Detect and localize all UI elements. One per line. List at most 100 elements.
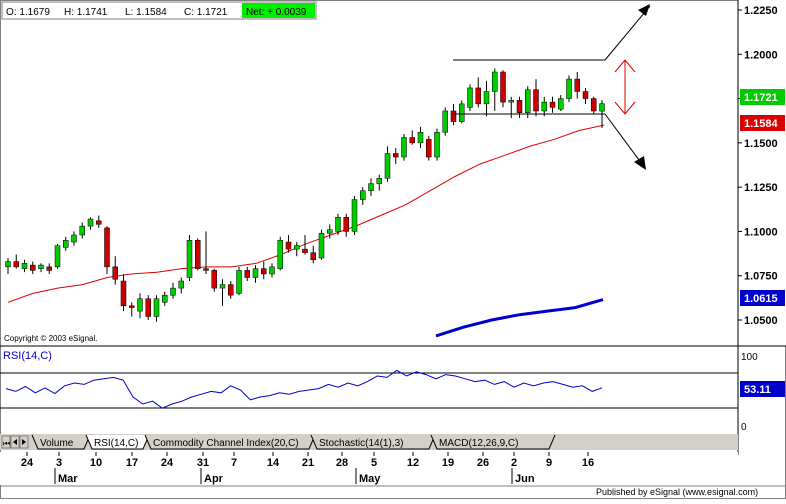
- day-label: 5: [371, 457, 377, 469]
- candle-body: [533, 89, 539, 112]
- candle-body: [409, 137, 415, 144]
- day-label: 10: [90, 457, 102, 469]
- candle-body: [96, 220, 102, 225]
- candle-body: [5, 261, 11, 268]
- candle: [351, 196, 358, 235]
- price-tick-label: 1.1250: [744, 182, 778, 194]
- tab-layer: Volume RSI(14,C) Commodity Channel Index(2…: [31, 434, 556, 450]
- candle-body: [368, 183, 374, 191]
- candle: [195, 238, 201, 271]
- candle-body: [302, 248, 308, 253]
- indicator-tab[interactable]: Volume: [31, 434, 91, 450]
- price-tick-label: 1.0500: [744, 315, 778, 327]
- candle-body: [219, 284, 226, 289]
- window-frame: [0, 0, 786, 499]
- candle-body: [343, 217, 349, 232]
- candle-body: [30, 264, 36, 271]
- candle: [145, 295, 151, 320]
- candle-body: [483, 91, 490, 105]
- candle: [318, 229, 325, 260]
- candle-body: [351, 199, 358, 232]
- candle-body: [566, 78, 572, 99]
- tab-label: MACD(12,26,9,C): [439, 438, 518, 449]
- tab-label: Commodity Channel Index(20,C): [153, 438, 299, 449]
- day-label: 31: [197, 457, 209, 469]
- candle: [467, 84, 473, 111]
- tab-label: Stochastic(14(1),3): [319, 438, 403, 449]
- candle-body: [384, 153, 391, 179]
- candle-body: [54, 245, 61, 268]
- candle-body: [599, 103, 605, 112]
- candle: [186, 234, 193, 282]
- day-label: 9: [546, 457, 552, 469]
- candle-body: [393, 153, 399, 158]
- time-axis: 24 3 10 17 24 31 7 14 21 28 5 12 19 26 2 9 16 Mar Apr May J…: [0, 452, 738, 485]
- candle-body: [87, 218, 94, 227]
- footer-text: Published by eSignal (www.esignal.com): [596, 487, 758, 497]
- candle-body: [360, 190, 366, 200]
- day-label: 17: [126, 457, 138, 469]
- candle-body: [63, 240, 69, 248]
- candle-body: [459, 103, 465, 122]
- candle-body: [475, 87, 481, 105]
- candle: [211, 268, 217, 292]
- month-label: Apr: [204, 473, 224, 485]
- tab-label: Volume: [40, 438, 74, 449]
- candle-body: [401, 137, 407, 158]
- rsi-tick-100: 100: [741, 352, 758, 363]
- candle-body: [120, 280, 127, 307]
- candle: [566, 75, 572, 103]
- candle-body: [294, 245, 300, 250]
- candle: [236, 266, 242, 296]
- price-tick-label: 1.2000: [744, 49, 778, 61]
- candle-body: [153, 298, 160, 317]
- candle-body: [236, 270, 242, 294]
- esignal-chart-window: O: 1.1679 H: 1.1741 L: 1.1584 C: 1.1721 …: [0, 0, 786, 499]
- close-price-tag: 1.1721: [740, 89, 785, 105]
- candle-body: [277, 240, 283, 269]
- day-label: 24: [21, 457, 34, 469]
- price-tick-label: 1.0750: [744, 271, 778, 283]
- candle-body: [442, 110, 448, 133]
- candle: [426, 135, 432, 161]
- candle: [500, 70, 506, 108]
- candle-body: [500, 71, 506, 103]
- low-tag-text: 1.1584: [744, 118, 779, 130]
- net-value: Net: + 0.0039: [246, 7, 307, 18]
- candle: [54, 243, 61, 269]
- day-label: 14: [267, 457, 280, 469]
- candle-body: [269, 266, 275, 275]
- day-label: 24: [161, 457, 174, 469]
- candle-body: [434, 131, 440, 158]
- indicator-tab[interactable]: Commodity Channel Index(20,C): [144, 434, 316, 450]
- candle-body: [162, 294, 168, 303]
- indicator-tab[interactable]: MACD(12,26,9,C): [430, 434, 556, 450]
- candle-body: [327, 229, 333, 234]
- candle-body: [21, 263, 28, 269]
- tab-scroll-buttons: ⏮: [1, 435, 29, 449]
- candle-body: [145, 298, 151, 317]
- candle: [104, 226, 110, 274]
- low-value: L: 1.1584: [125, 7, 167, 18]
- candle-body: [137, 298, 143, 312]
- indicator-tab[interactable]: Stochastic(14(1),3): [310, 434, 436, 450]
- price-tick-label: 1.2250: [744, 5, 778, 17]
- price-tick-label: 1.1500: [744, 138, 778, 150]
- month-label: Jun: [515, 473, 535, 485]
- tab-label: RSI(14,C): [94, 438, 138, 449]
- candle-body: [426, 139, 432, 158]
- candle-body: [591, 98, 597, 112]
- day-label: 19: [442, 457, 454, 469]
- candle-body: [178, 280, 184, 289]
- candle-body: [467, 87, 473, 108]
- candle-body: [285, 241, 292, 250]
- candle-body: [104, 227, 110, 268]
- candle-body: [195, 240, 201, 269]
- indicator-tab[interactable]: RSI(14,C): [85, 434, 150, 450]
- price-tick-label: 1.1000: [744, 226, 778, 238]
- day-label: 3: [56, 457, 62, 469]
- open-value: O: 1.1679: [6, 7, 50, 18]
- candle-body: [38, 264, 44, 269]
- rsi-tick-0: 0: [741, 422, 747, 433]
- candle-body: [335, 217, 341, 232]
